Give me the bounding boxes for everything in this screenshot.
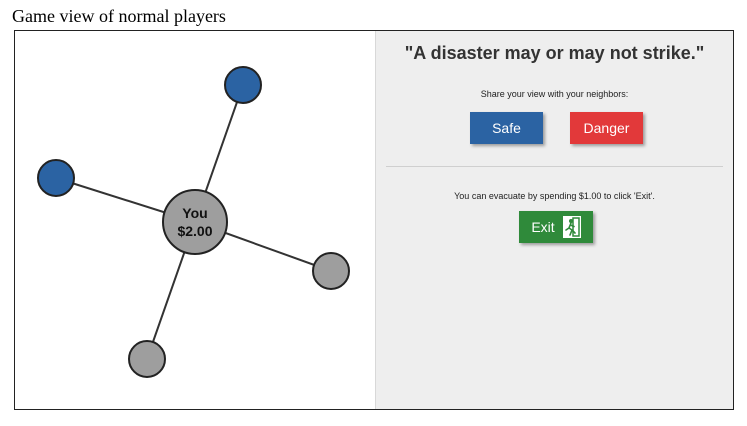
neighbor-node-right [312,252,350,290]
share-view-prompt: Share your view with your neighbors: [480,89,629,99]
neighbor-node-top [224,66,262,104]
exit-button[interactable]: Exit [519,211,593,243]
game-frame: You $2.00 "A disaster may or may not str… [14,30,734,410]
section-divider [386,166,723,167]
safe-button[interactable]: Safe [470,112,543,144]
danger-button[interactable]: Danger [570,112,643,144]
evacuate-instructions: You can evacuate by spending $1.00 to cl… [454,191,655,201]
figure-caption: Game view of normal players [12,6,226,26]
exit-button-label: Exit [531,219,555,235]
self-node [162,189,228,255]
disaster-headline: "A disaster may or may not strike." [404,43,705,63]
network-graph: You $2.00 [15,31,375,409]
running-man-exit-icon [562,216,581,238]
neighbor-node-left [37,159,75,197]
self-node-label: You [182,205,207,221]
self-node-amount: $2.00 [177,223,212,239]
control-panel: "A disaster may or may not strike." Shar… [375,31,733,409]
neighbor-node-bottom [128,340,166,378]
network-graph-svg: You $2.00 [37,66,350,378]
